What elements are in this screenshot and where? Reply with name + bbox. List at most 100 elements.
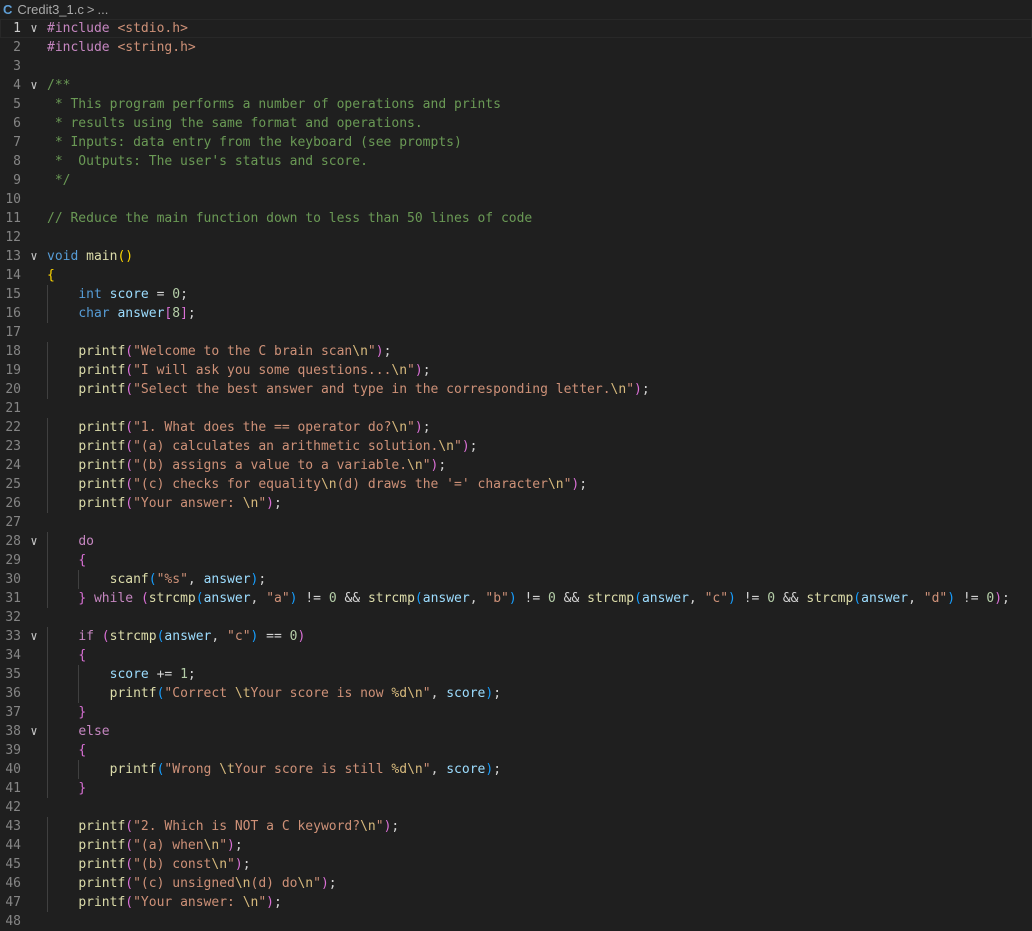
code-line[interactable]: 4 ∨ /** xyxy=(0,76,1032,95)
line-number: 9 xyxy=(13,173,21,188)
code-line[interactable]: 39 { xyxy=(0,741,1032,760)
code-line[interactable]: 22 printf("1. What does the == operator … xyxy=(0,418,1032,437)
code-line[interactable]: 13 ∨ void main() xyxy=(0,247,1032,266)
indent-guide xyxy=(47,817,48,836)
code-line[interactable]: 12 xyxy=(0,228,1032,247)
code-token: 0 xyxy=(172,287,181,302)
chevron-down-icon[interactable]: ∨ xyxy=(27,19,41,38)
breadcrumb-symbol[interactable]: ... xyxy=(97,2,108,17)
code-line[interactable]: 43 printf("2. Which is NOT a C keyword?\… xyxy=(0,817,1032,836)
line-number: 3 xyxy=(13,59,21,74)
code-line[interactable]: 2 #include <string.h> xyxy=(0,38,1032,57)
code-line[interactable]: 46 printf("(c) unsigned\n(d) do\n"); xyxy=(0,874,1032,893)
code-line[interactable]: 18 printf("Welcome to the C brain scan\n… xyxy=(0,342,1032,361)
code-token: { xyxy=(78,743,87,758)
code-line[interactable]: 8 * Outputs: The user's status and score… xyxy=(0,152,1032,171)
code-line[interactable]: 20 printf("Select the best answer and ty… xyxy=(0,380,1032,399)
code-line[interactable]: 47 printf("Your answer: \n"); xyxy=(0,893,1032,912)
code-line[interactable]: 23 printf("(a) calculates an arithmetic … xyxy=(0,437,1032,456)
code-token: do xyxy=(78,534,94,549)
code-token: ; xyxy=(274,496,282,511)
code-line[interactable]: 41 } xyxy=(0,779,1032,798)
code-line[interactable]: 9 */ xyxy=(0,171,1032,190)
code-line[interactable]: 5 * This program performs a number of op… xyxy=(0,95,1032,114)
code-line[interactable]: 40 printf("Wrong \tYour score is still %… xyxy=(0,760,1032,779)
code-line[interactable]: 25 printf("(c) checks for equality\n(d) … xyxy=(0,475,1032,494)
line-number: 16 xyxy=(5,306,21,321)
code-token: } xyxy=(78,781,87,796)
code-line[interactable]: 32 xyxy=(0,608,1032,627)
code-line[interactable]: 21 xyxy=(0,399,1032,418)
code-line[interactable]: 1 ∨ #include <stdio.h> xyxy=(0,19,1032,38)
code-token: ; xyxy=(383,344,392,359)
code-token: int xyxy=(78,287,110,302)
chevron-down-icon[interactable]: ∨ xyxy=(27,627,41,646)
code-line[interactable]: 17 xyxy=(0,323,1032,342)
code-line[interactable]: 30 scanf("%s", answer); xyxy=(0,570,1032,589)
code-line[interactable]: 31 } while (strcmp(answer, "a") != 0 && … xyxy=(0,589,1032,608)
code-line[interactable]: 45 printf("(b) const\n"); xyxy=(0,855,1032,874)
code-line[interactable]: 3 xyxy=(0,57,1032,76)
code-line[interactable]: 36 printf("Correct \tYour score is now %… xyxy=(0,684,1032,703)
code-line[interactable]: 19 printf("I will ask you some questions… xyxy=(0,361,1032,380)
code-line[interactable]: 11 // Reduce the main function down to le… xyxy=(0,209,1032,228)
code-token: while xyxy=(86,591,141,606)
code-line[interactable]: 28 ∨ do xyxy=(0,532,1032,551)
code-line[interactable]: 7 * Inputs: data entry from the keyboard… xyxy=(0,133,1032,152)
code-line[interactable]: 26 printf("Your answer: \n"); xyxy=(0,494,1032,513)
code-line[interactable]: 10 xyxy=(0,190,1032,209)
code-line[interactable]: 42 xyxy=(0,798,1032,817)
code-token: \n xyxy=(610,382,627,397)
code-token: ) xyxy=(266,496,274,511)
code-token: strcmp xyxy=(367,591,415,606)
code-token: " xyxy=(258,496,267,511)
code-token: \n xyxy=(438,439,455,454)
code-token: "d" xyxy=(923,591,948,606)
code-text: printf("Select the best answer and type … xyxy=(47,380,1032,399)
code-text: scanf("%s", answer); xyxy=(47,570,1032,589)
code-token: answer xyxy=(422,591,470,606)
code-editor[interactable]: 1 ∨ #include <stdio.h> 2 #include <string.h>… xyxy=(0,19,1032,931)
breadcrumb-file[interactable]: Credit3_1.c xyxy=(17,2,83,17)
code-token: () xyxy=(117,249,134,264)
code-line[interactable]: 48 xyxy=(0,912,1032,931)
code-line[interactable]: 35 score += 1; xyxy=(0,665,1032,684)
code-line[interactable]: 38 ∨ else xyxy=(0,722,1032,741)
chevron-down-icon[interactable]: ∨ xyxy=(27,247,41,266)
code-token: "a" xyxy=(266,591,290,606)
code-line[interactable]: 14 { xyxy=(0,266,1032,285)
code-token: ( xyxy=(125,857,134,872)
breadcrumb[interactable]: C Credit3_1.c > ... xyxy=(0,0,1032,19)
code-token: #include xyxy=(47,40,118,55)
code-token: "Your answer: xyxy=(133,895,243,910)
chevron-down-icon[interactable]: ∨ xyxy=(27,532,41,551)
code-line[interactable]: 16 char answer[8]; xyxy=(0,304,1032,323)
code-text: { xyxy=(47,551,1032,570)
code-line[interactable]: 24 printf("(b) assigns a value to a vari… xyxy=(0,456,1032,475)
chevron-down-icon[interactable]: ∨ xyxy=(27,722,41,741)
indent-guide xyxy=(47,741,48,760)
code-line[interactable]: 15 int score = 0; xyxy=(0,285,1032,304)
code-token: " xyxy=(454,439,462,454)
code-line[interactable]: 27 xyxy=(0,513,1032,532)
code-text: printf("Welcome to the C brain scan\n"); xyxy=(47,342,1032,361)
code-line[interactable]: 29 { xyxy=(0,551,1032,570)
code-token: ( xyxy=(125,439,134,454)
code-line[interactable]: 33 ∨ if (strcmp(answer, "c") == 0) xyxy=(0,627,1032,646)
chevron-down-icon[interactable]: ∨ xyxy=(27,76,41,95)
code-line[interactable]: 37 } xyxy=(0,703,1032,722)
code-token: \n xyxy=(211,857,228,872)
line-number: 23 xyxy=(5,439,21,454)
code-token: answer xyxy=(641,591,689,606)
code-line[interactable]: 6 * results using the same format and op… xyxy=(0,114,1032,133)
code-line[interactable]: 34 { xyxy=(0,646,1032,665)
code-token: , xyxy=(211,629,228,644)
code-token: \t xyxy=(234,686,251,701)
code-line[interactable]: 44 printf("(a) when\n"); xyxy=(0,836,1032,855)
code-token: printf xyxy=(78,496,126,511)
code-token: ; xyxy=(422,363,431,378)
